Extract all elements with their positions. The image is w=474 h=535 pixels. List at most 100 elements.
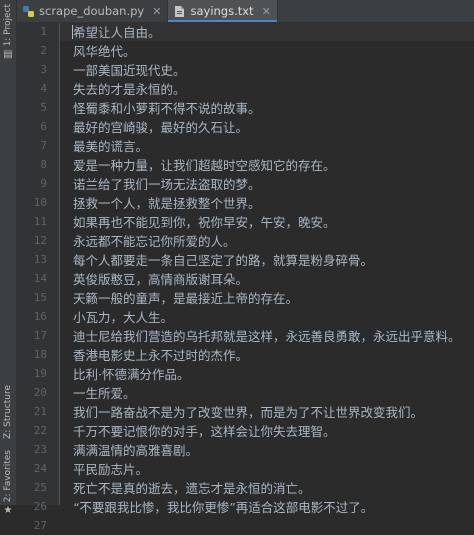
line-text: 如果再也不能见到你，祝你早安，午安，晚安。: [73, 215, 336, 230]
editor-line[interactable]: 12 永远都不能忘记你所爱的人。: [34, 231, 474, 250]
editor-line[interactable]: 24 平民励志片。: [34, 459, 474, 478]
line-text: 失去的才是永恒的。: [73, 82, 186, 97]
line-text: 小瓦力，大人生。: [73, 310, 174, 325]
editor-line[interactable]: 11 如果再也不能见到你，祝你早安，午安，晚安。: [34, 212, 474, 231]
line-number: 16: [33, 310, 47, 323]
editor-line[interactable]: 17 迪士尼给我们营造的乌托邦就是这样，永远善良勇敢，永远出乎意料。: [34, 326, 474, 345]
editor-line[interactable]: 3 一部美国近现代史。: [40, 60, 474, 79]
line-number: 4: [40, 82, 47, 95]
folder-icon: ▤: [3, 49, 13, 61]
line-text: 拯救一个人，就是拯救整个世界。: [73, 196, 261, 211]
tab-scrape-douban[interactable]: scrape_douban.py ✕: [17, 0, 169, 22]
editor-line[interactable]: 27: [34, 516, 474, 535]
star-icon: ★: [3, 505, 13, 517]
line-number: 26: [33, 500, 47, 513]
editor-line[interactable]: 19 比利·怀德满分作品。: [34, 364, 474, 383]
tab-sayings[interactable]: sayings.txt ✕: [168, 0, 278, 23]
line-text: 诺兰给了我们一场无法盗取的梦。: [73, 177, 261, 192]
editor-line[interactable]: 20 一生所爱。: [34, 383, 474, 402]
project-tool-tab[interactable]: 1: Project ▤: [0, 4, 16, 61]
line-number: 14: [33, 272, 47, 285]
text-file-icon: [173, 5, 186, 18]
line-text: 最美的谎言。: [73, 139, 149, 154]
editor-tab-bar: scrape_douban.py ✕ sayings.txt ✕: [17, 0, 474, 23]
line-text: 天籁一般的童声，是最接近上帝的存在。: [73, 291, 299, 306]
line-text: 一部美国近现代史。: [73, 63, 186, 78]
line-number: 23: [33, 443, 47, 456]
line-number: 2: [40, 44, 47, 57]
editor-line[interactable]: 22 千万不要记恨你的对手，这样会让你失去理智。: [34, 421, 474, 440]
editor-line[interactable]: 9 诺兰给了我们一场无法盗取的梦。: [40, 174, 474, 193]
line-number: 17: [33, 329, 47, 342]
line-text: 平民励志片。: [73, 462, 149, 477]
close-icon[interactable]: ✕: [262, 5, 271, 18]
line-text: 香港电影史上永不过时的杰作。: [73, 348, 249, 363]
tab-label: scrape_douban.py: [39, 4, 145, 18]
line-number: 3: [40, 63, 47, 76]
editor-line[interactable]: 14 英俊版憨豆，高情商版谢耳朵。: [34, 269, 474, 288]
editor-line[interactable]: 7 最美的谎言。: [40, 136, 474, 155]
line-number: 15: [33, 291, 47, 304]
favorites-tool-tab[interactable]: 2: Favorites ★: [0, 450, 16, 517]
editor-line[interactable]: 25 死亡不是真的逝去，遗忘才是永恒的消亡。: [34, 478, 474, 497]
line-text: “不要跟我比惨，我比你更惨”再适合这部电影不过了。: [73, 500, 374, 515]
structure-tool-tab[interactable]: Z: Structure: [0, 385, 16, 439]
line-number: 18: [33, 348, 47, 361]
structure-tool-label: Z: Structure: [3, 385, 13, 439]
text-editor[interactable]: 1 希望让人自由。 2 风华绝代。 3 一部美国近现代史。 4 失去的才是永恒的。 5 怪蜀黍和小…: [34, 22, 474, 532]
line-text: 死亡不是真的逝去，遗忘才是永恒的消亡。: [73, 481, 311, 496]
project-tool-label: 1: Project: [3, 4, 13, 47]
close-icon[interactable]: ✕: [152, 5, 161, 18]
editor-line[interactable]: 5 怪蜀黍和小萝莉不得不说的故事。: [40, 98, 474, 117]
left-tool-strip: 1: Project ▤ Z: Structure 2: Favorites ★: [0, 0, 17, 516]
line-number: 20: [33, 386, 47, 399]
line-text: 每个人都要走一条自己坚定了的路，就算是粉身碎骨。: [73, 253, 374, 268]
line-text: 爱是一种力量，让我们超越时空感知它的存在。: [73, 158, 336, 173]
line-text: 一生所爱。: [73, 386, 136, 401]
line-number: 9: [40, 177, 47, 190]
line-number: 6: [40, 120, 47, 133]
line-text: 迪士尼给我们营造的乌托邦就是这样，永远善良勇敢，永远出乎意料。: [73, 329, 461, 344]
line-text: 最好的宫崎骏，最好的久石让。: [73, 120, 249, 135]
line-number: 8: [40, 158, 47, 171]
editor-line[interactable]: 6 最好的宫崎骏，最好的久石让。: [40, 117, 474, 136]
line-number: 13: [33, 253, 47, 266]
line-text: 千万不要记恨你的对手，这样会让你失去理智。: [73, 424, 336, 439]
tab-label: sayings.txt: [190, 4, 254, 18]
editor-line[interactable]: 10 拯救一个人，就是拯救整个世界。: [34, 193, 474, 212]
editor-line[interactable]: 26 “不要跟我比惨，我比你更惨”再适合这部电影不过了。: [34, 497, 474, 516]
line-text: 希望让人自由。: [73, 25, 161, 40]
editor-line[interactable]: 4 失去的才是永恒的。: [40, 79, 474, 98]
editor-line[interactable]: 23 满满温情的高雅喜剧。: [34, 440, 474, 459]
line-text: 比利·怀德满分作品。: [73, 367, 190, 382]
editor-line[interactable]: 21 我们一路奋战不是为了改变世界，而是为了不让世界改变我们。: [34, 402, 474, 421]
line-number: 21: [33, 405, 47, 418]
line-text: 英俊版憨豆，高情商版谢耳朵。: [73, 272, 249, 287]
line-text: 怪蜀黍和小萝莉不得不说的故事。: [73, 101, 261, 116]
line-text: 满满温情的高雅喜剧。: [73, 443, 199, 458]
line-number: 12: [33, 234, 47, 247]
line-number: 11: [33, 215, 47, 228]
editor-line[interactable]: 15 天籁一般的童声，是最接近上帝的存在。: [34, 288, 474, 307]
editor-line[interactable]: 2 风华绝代。: [40, 41, 474, 60]
line-text: 风华绝代。: [73, 44, 136, 59]
line-text: 永远都不能忘记你所爱的人。: [73, 234, 236, 249]
python-file-icon: [22, 5, 35, 18]
line-number: 5: [40, 101, 47, 114]
favorites-tool-label: 2: Favorites: [3, 450, 13, 503]
line-text: 我们一路奋战不是为了改变世界，而是为了不让世界改变我们。: [73, 405, 424, 420]
text-caret: [72, 24, 73, 39]
editor-line[interactable]: 18 香港电影史上永不过时的杰作。: [34, 345, 474, 364]
editor-line[interactable]: 1 希望让人自由。: [40, 22, 474, 41]
editor-line[interactable]: 16 小瓦力，大人生。: [34, 307, 474, 326]
line-number: 24: [33, 462, 47, 475]
line-number: 19: [33, 367, 47, 380]
line-number: 7: [40, 139, 47, 152]
line-number: 25: [33, 481, 47, 494]
line-number: 1: [40, 25, 47, 38]
editor-line[interactable]: 13 每个人都要走一条自己坚定了的路，就算是粉身碎骨。: [34, 250, 474, 269]
line-number: 27: [33, 519, 47, 532]
editor-line[interactable]: 8 爱是一种力量，让我们超越时空感知它的存在。: [40, 155, 474, 174]
line-number: 22: [33, 424, 47, 437]
line-number: 10: [33, 196, 47, 209]
